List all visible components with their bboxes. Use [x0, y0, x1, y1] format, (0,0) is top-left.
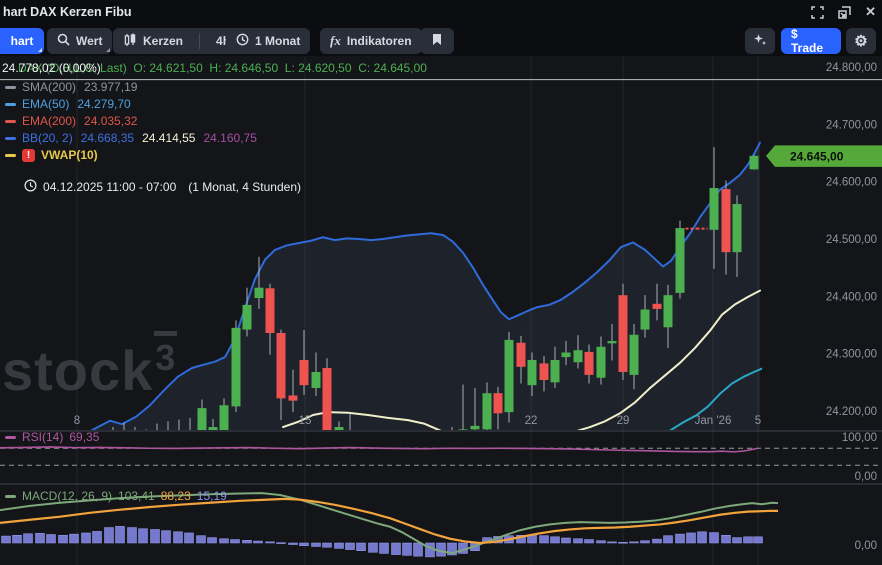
indicator-name: EMA(50)	[22, 97, 69, 111]
line-swatch	[5, 120, 16, 123]
symbol-search-button[interactable]: Wert	[47, 28, 112, 54]
submenu-corner	[106, 48, 110, 52]
settings-button[interactable]: ⚙	[846, 28, 876, 54]
chart-menu-button[interactable]: hart	[0, 28, 44, 54]
gear-icon: ⚙	[854, 34, 867, 49]
stock3-watermark: stock3	[2, 330, 177, 399]
svg-text:100,00: 100,00	[842, 432, 877, 444]
legend-overlay-price: 24.778,02 (0,00%)	[2, 61, 101, 75]
candlestick-icon	[123, 33, 137, 50]
timeframe-note: (1 Monat, 4 Stunden)	[188, 180, 301, 194]
svg-text:24.500,00: 24.500,00	[826, 234, 877, 246]
svg-text:24.800,00: 24.800,00	[826, 62, 877, 74]
indicator-value: 24.035,32	[84, 114, 137, 128]
sparkles-icon	[753, 33, 767, 50]
svg-text:Jan '26: Jan '26	[695, 415, 732, 427]
toolbar: hart Wert Kerzen	[0, 26, 882, 56]
fullscreen-icon[interactable]	[811, 6, 824, 19]
timestamp: 04.12.2025 11:00 - 07:00	[43, 180, 176, 194]
legend-row-ema50[interactable]: EMA(50) 24.279,70	[5, 97, 131, 111]
indicator-name: EMA(200)	[22, 114, 76, 128]
macd-label: MACD(12, 26, 9)	[22, 489, 112, 503]
indicators-label: Indikatoren	[347, 34, 412, 48]
histogram-value: 15,19	[197, 489, 227, 503]
range-label: 1 Monat	[255, 34, 300, 48]
svg-text:8: 8	[74, 415, 80, 427]
chart-type-interval-group: Kerzen 4h	[113, 28, 240, 54]
svg-text:5: 5	[755, 415, 761, 427]
chart-window: 24.800,00 24.700,00 24.600,00 24.500,00 24.4…	[0, 0, 882, 565]
chart-menu-label: hart	[11, 34, 34, 48]
indicators-button[interactable]: fx Indikatoren	[320, 28, 422, 54]
divider	[199, 33, 200, 49]
close-icon[interactable]: ✕	[865, 5, 876, 19]
indicator-name: SMA(200)	[22, 80, 76, 94]
line-swatch	[5, 86, 16, 89]
clock-icon	[236, 33, 249, 49]
legend-row-bb[interactable]: BB(20, 2) 24.668,35 24.414,55 24.160,75	[5, 131, 257, 145]
rsi-label: RSI(14)	[22, 430, 63, 444]
legend-row-sma200[interactable]: SMA(200) 23.977,19	[5, 80, 137, 94]
svg-text:24.700,00: 24.700,00	[826, 119, 877, 131]
legend-symbol-row[interactable]: DAX (O,H,L,C, Last) O: 24.621,50 H: 24.6…	[2, 61, 15, 76]
indicator-value: 24.279,70	[77, 97, 130, 111]
legend-time-row: 04.12.2025 11:00 - 07:00 (1 Monat, 4 Stu…	[4, 165, 301, 209]
line-swatch	[5, 154, 16, 157]
rsi-value: 69,35	[69, 430, 99, 444]
svg-text:29: 29	[617, 415, 630, 427]
bb-lower-value: 24.160,75	[203, 131, 256, 145]
chart-type-label: Kerzen	[143, 34, 183, 48]
svg-text:22: 22	[525, 415, 538, 427]
indicator-value: 23.977,19	[84, 80, 137, 94]
indicator-name: BB(20, 2)	[22, 131, 73, 145]
trade-label: $ Trade	[791, 27, 831, 55]
trade-button[interactable]: $ Trade	[781, 28, 841, 54]
title-bar: hart DAX Kerzen Fibu ✕	[0, 0, 882, 26]
bookmark-icon	[431, 33, 443, 49]
range-button[interactable]: 1 Monat	[226, 28, 310, 54]
indicator-name: VWAP(10)	[41, 148, 98, 162]
search-icon	[57, 33, 70, 49]
line-swatch	[5, 495, 16, 498]
chart-type-button[interactable]: Kerzen	[113, 28, 193, 54]
symbol-search-label: Wert	[76, 34, 102, 48]
rsi-legend[interactable]: RSI(14) 69,35	[5, 430, 99, 444]
window-title: hart DAX Kerzen Fibu	[3, 5, 132, 19]
bb-upper-value: 24.668,35	[81, 131, 134, 145]
bb-middle-value: 24.414,55	[142, 131, 195, 145]
svg-text:24.200,00: 24.200,00	[826, 406, 877, 418]
svg-text:24.400,00: 24.400,00	[826, 291, 877, 303]
svg-text:0,00: 0,00	[855, 540, 877, 552]
macd-legend[interactable]: MACD(12, 26, 9) 103,41 88,23 15,19	[5, 489, 227, 503]
ai-assistant-button[interactable]	[745, 28, 775, 54]
line-swatch	[5, 103, 16, 106]
signal-value: 88,23	[161, 489, 191, 503]
svg-text:24.600,00: 24.600,00	[826, 177, 877, 189]
svg-text:24.645,00: 24.645,00	[790, 149, 844, 163]
line-swatch	[5, 137, 16, 140]
svg-text:24.300,00: 24.300,00	[826, 349, 877, 361]
popout-icon[interactable]	[838, 6, 851, 19]
macd-value: 103,41	[118, 489, 155, 503]
bookmark-button[interactable]	[420, 28, 454, 54]
warning-icon[interactable]: !	[22, 149, 35, 162]
legend-row-vwap[interactable]: ! VWAP(10)	[5, 148, 98, 162]
svg-text:15: 15	[299, 415, 312, 427]
svg-text:0,00: 0,00	[855, 471, 877, 483]
legend-row-ema200[interactable]: EMA(200) 24.035,32	[5, 114, 137, 128]
clock-icon	[4, 165, 37, 209]
line-swatch	[5, 436, 16, 439]
submenu-corner	[38, 48, 42, 52]
fx-icon: fx	[330, 33, 341, 49]
last-price-tag: 24.645,00	[766, 145, 882, 167]
